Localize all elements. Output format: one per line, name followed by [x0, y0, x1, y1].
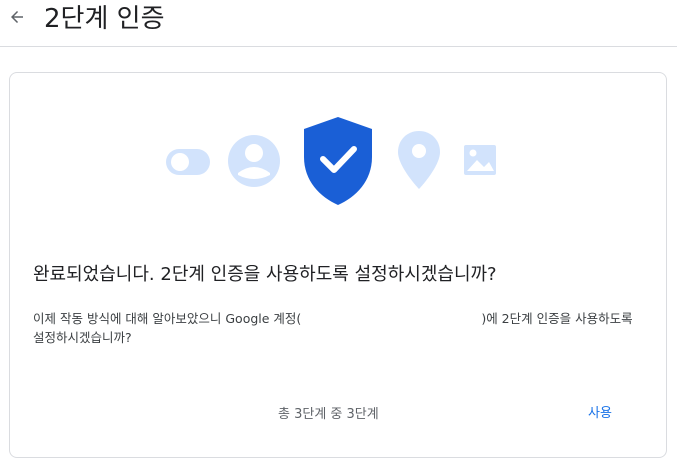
location-pin-icon — [398, 131, 440, 189]
use-button[interactable]: 사용 — [570, 395, 630, 427]
enable-2sv-card: 완료되었습니다. 2단계 인증을 사용하도록 설정하시겠습니까? 이제 작동 방… — [9, 72, 667, 458]
top-bar: 2단계 인증 — [0, 0, 677, 47]
description-part1: 이제 작동 방식에 대해 알아보았으니 Google 계정( — [33, 311, 302, 326]
page-title: 2단계 인증 — [44, 4, 165, 34]
person-icon — [228, 135, 280, 187]
security-illustration — [166, 117, 496, 205]
shield-check-icon — [304, 117, 372, 205]
confirmation-description: 이제 작동 방식에 대해 알아보았으니 Google 계정()에 2단계 인증을… — [33, 309, 645, 347]
arrow-left-icon — [11, 11, 23, 23]
back-button[interactable] — [4, 4, 30, 30]
confirmation-heading: 완료되었습니다. 2단계 인증을 사용하도록 설정하시겠습니까? — [33, 264, 497, 285]
step-indicator: 총 3단계 중 3단계 — [278, 407, 379, 422]
toggle-icon — [166, 149, 210, 175]
photo-icon — [464, 145, 496, 175]
